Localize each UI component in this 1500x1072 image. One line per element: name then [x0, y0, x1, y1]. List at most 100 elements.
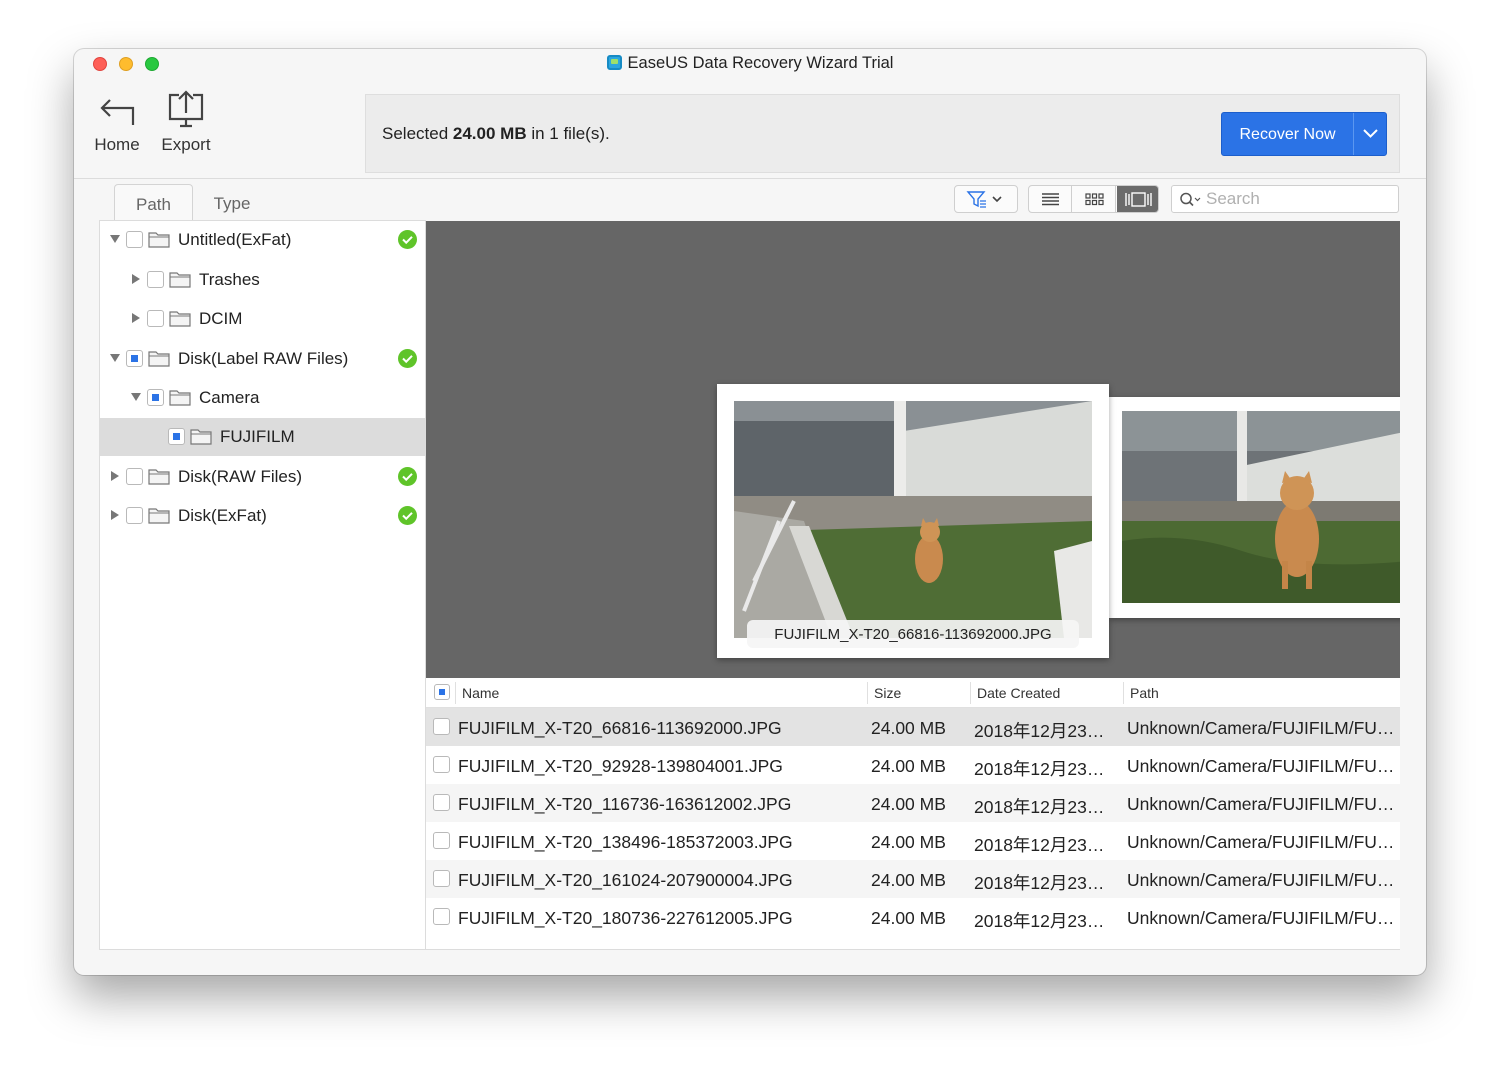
recover-options-dropdown[interactable] — [1354, 113, 1387, 155]
tree-checkbox[interactable] — [147, 271, 164, 288]
tree-checkbox[interactable] — [126, 468, 143, 485]
selection-suffix: in 1 file(s). — [526, 124, 610, 143]
file-name: FUJIFILM_X-T20_116736-163612002.JPG — [458, 794, 792, 814]
row-checkbox[interactable] — [433, 756, 450, 773]
tree-checkbox[interactable] — [126, 350, 143, 367]
coverflow-view-button[interactable] — [1117, 186, 1158, 212]
search-input[interactable] — [1206, 189, 1391, 209]
home-label: Home — [94, 135, 140, 154]
table-header: Name Size Date Created Path — [426, 678, 1400, 708]
folder-icon — [190, 429, 212, 445]
tree-item-label: Disk(RAW Files) — [178, 467, 303, 486]
table-row[interactable]: FUJIFILM_X-T20_180736-227612005.JPG 24.0… — [426, 898, 1400, 936]
row-checkbox[interactable] — [433, 832, 450, 849]
column-separator — [1123, 682, 1124, 704]
file-path: Unknown/Camera/FUJIFILM/FU… — [1127, 870, 1395, 890]
column-header-name[interactable]: Name — [462, 685, 499, 701]
tree-item-label: Camera — [199, 388, 260, 407]
folder-icon — [169, 272, 191, 288]
tree-checkbox[interactable] — [168, 428, 185, 445]
file-path: Unknown/Camera/FUJIFILM/FU… — [1127, 832, 1395, 852]
tree-item-label: Untitled(ExFat) — [178, 230, 292, 249]
file-date-created: 2018年12月23… — [974, 759, 1105, 779]
file-size: 24.00 MB — [871, 756, 946, 776]
preview-card-next[interactable] — [1109, 397, 1400, 618]
tree-item-fujifilm[interactable]: FUJIFILM — [100, 418, 425, 456]
export-button[interactable]: Export — [158, 90, 214, 155]
table-row[interactable]: FUJIFILM_X-T20_116736-163612002.JPG 24.0… — [426, 784, 1400, 822]
disclosure-collapsed-icon[interactable] — [109, 509, 121, 521]
column-header-date-created[interactable]: Date Created — [977, 685, 1060, 701]
coverflow-view-icon — [1125, 192, 1152, 207]
app-logo-icon — [606, 55, 622, 70]
window-title-wrap: EaseUS Data Recovery Wizard Trial — [74, 54, 1426, 73]
filter-button[interactable] — [954, 185, 1018, 213]
file-path: Unknown/Camera/FUJIFILM/FU… — [1127, 908, 1395, 928]
column-header-size[interactable]: Size — [874, 685, 901, 701]
disclosure-expanded-icon[interactable] — [109, 233, 121, 245]
select-all-checkbox[interactable] — [434, 684, 450, 700]
row-checkbox[interactable] — [433, 870, 450, 887]
selection-info-bar: Selected 24.00 MB in 1 file(s). Recover … — [365, 94, 1400, 173]
tab-type[interactable]: Type — [202, 184, 262, 220]
row-checkbox[interactable] — [433, 908, 450, 925]
column-header-path[interactable]: Path — [1130, 685, 1159, 701]
recover-now-button[interactable]: Recover Now — [1221, 112, 1387, 156]
folder-icon — [148, 469, 170, 485]
row-checkbox[interactable] — [433, 718, 450, 735]
preview-card-current[interactable]: FUJIFILM_X-T20_66816-113692000.JPG — [717, 384, 1109, 658]
folder-icon — [148, 351, 170, 367]
table-row[interactable]: FUJIFILM_X-T20_138496-185372003.JPG 24.0… — [426, 822, 1400, 860]
tree-item-disk-exfat[interactable]: Disk(ExFat) — [100, 497, 425, 535]
tree-item-disk-raw-files[interactable]: Disk(RAW Files) — [100, 458, 425, 496]
table-row[interactable]: FUJIFILM_X-T20_66816-113692000.JPG 24.00… — [426, 708, 1400, 746]
home-button[interactable]: Home — [92, 95, 142, 155]
list-view-button[interactable] — [1029, 186, 1072, 212]
recover-now-label: Recover Now — [1239, 126, 1336, 143]
tree-item-untitled-exfat[interactable]: Untitled(ExFat) — [100, 221, 425, 259]
column-separator — [970, 682, 971, 704]
toolbar-divider — [74, 178, 1426, 179]
app-window: EaseUS Data Recovery Wizard Trial Home E… — [74, 49, 1426, 975]
tree-item-disk-label-raw-files[interactable]: Disk(Label RAW Files) — [100, 340, 425, 378]
tree-item-label: Trashes — [199, 270, 260, 289]
tree-item-camera[interactable]: Camera — [100, 379, 425, 417]
folder-icon — [169, 390, 191, 406]
disclosure-collapsed-icon[interactable] — [109, 470, 121, 482]
disclosure-collapsed-icon[interactable] — [130, 273, 142, 285]
tab-path[interactable]: Path — [114, 184, 193, 220]
file-size: 24.00 MB — [871, 908, 946, 928]
tree-item-trashes[interactable]: Trashes — [100, 261, 425, 299]
search-icon — [1180, 192, 1201, 207]
selection-size: 24.00 MB — [452, 124, 527, 143]
file-date-created: 2018年12月23… — [974, 911, 1105, 931]
disclosure-expanded-icon[interactable] — [130, 391, 142, 403]
preview-photo-current — [734, 401, 1092, 638]
tree-checkbox[interactable] — [126, 231, 143, 248]
tree-item-label: FUJIFILM — [220, 427, 295, 446]
disclosure-expanded-icon[interactable] — [109, 352, 121, 364]
tree-checkbox[interactable] — [147, 310, 164, 327]
grid-view-button[interactable] — [1073, 186, 1116, 212]
row-checkbox[interactable] — [433, 794, 450, 811]
file-size: 24.00 MB — [871, 794, 946, 814]
file-size: 24.00 MB — [871, 832, 946, 852]
table-row[interactable]: FUJIFILM_X-T20_161024-207900004.JPG 24.0… — [426, 860, 1400, 898]
title-bar: EaseUS Data Recovery Wizard Trial — [74, 49, 1426, 79]
file-name: FUJIFILM_X-T20_138496-185372003.JPG — [458, 832, 793, 852]
file-date-created: 2018年12月23… — [974, 873, 1105, 893]
disclosure-collapsed-icon[interactable] — [130, 312, 142, 324]
tree-checkbox[interactable] — [147, 389, 164, 406]
tree-checkbox[interactable] — [126, 507, 143, 524]
tree-item-dcim[interactable]: DCIM — [100, 300, 425, 338]
search-box — [1171, 185, 1399, 213]
folder-icon — [148, 508, 170, 524]
selection-prefix: Selected — [382, 124, 453, 143]
chevron-down-icon — [1363, 129, 1378, 138]
cat-photo-next — [1122, 411, 1400, 603]
scan-complete-check-icon — [398, 467, 417, 486]
table-row[interactable]: FUJIFILM_X-T20_92928-139804001.JPG 24.00… — [426, 746, 1400, 784]
selection-summary: Selected 24.00 MB in 1 file(s). — [382, 124, 610, 144]
column-separator — [867, 682, 868, 704]
column-separator — [455, 682, 456, 704]
